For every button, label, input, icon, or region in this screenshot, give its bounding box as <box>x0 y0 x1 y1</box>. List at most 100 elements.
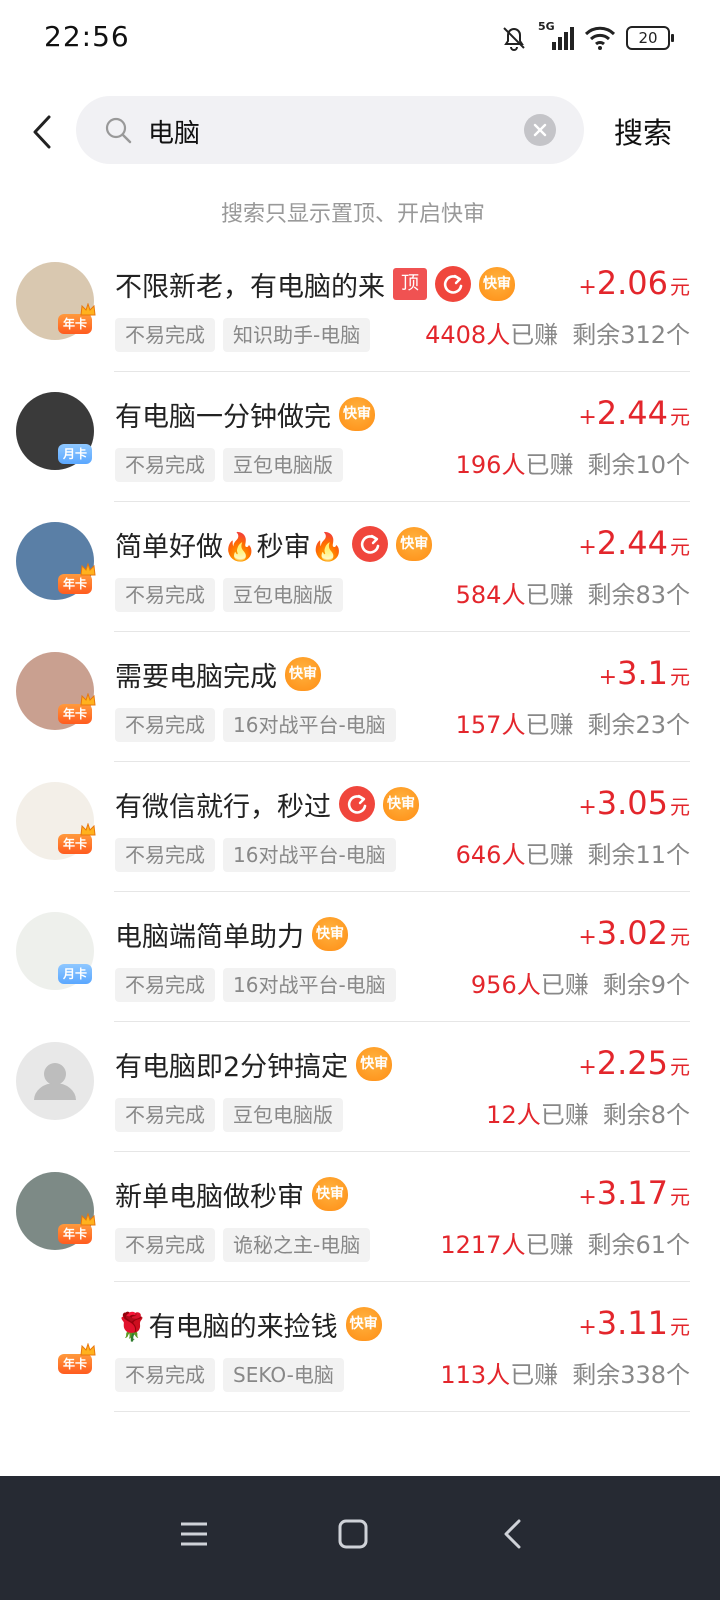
reward-plus: + <box>598 665 618 690</box>
back-button[interactable] <box>22 108 62 156</box>
crown-icon <box>80 302 96 316</box>
task-title: 有电脑即2分钟搞定 <box>115 1051 349 1083</box>
earned-label: 已赚 <box>540 971 589 999</box>
task-tag: 诡秘之主-电脑 <box>223 1228 371 1262</box>
remain-value: 338 <box>620 1361 666 1389</box>
remain-suffix: 个 <box>666 971 690 999</box>
remaining-count: 剩余312个 <box>572 321 690 349</box>
chevron-left-icon <box>504 1519 521 1549</box>
search-button[interactable]: 搜索 <box>614 110 672 152</box>
nav-back-button[interactable] <box>482 1504 542 1564</box>
remain-value: 312 <box>620 321 666 349</box>
task-row[interactable]: 有电脑即2分钟搞定 快审 +2.25 元 不易完成 豆包电脑版 12人已赚 剩余8个 <box>0 1022 720 1152</box>
task-tag: 不易完成 <box>115 448 215 482</box>
task-row[interactable]: 年卡 有微信就行，秒过 快审 +3.05 元 不易完成 16对战平台-电脑 646人… <box>0 762 720 892</box>
earned-count: 113人 <box>440 1361 511 1389</box>
remain-value: 23 <box>635 711 666 739</box>
task-stats: 646人已赚 剩余11个 <box>456 838 690 872</box>
task-reward: +2.44 元 <box>578 524 690 562</box>
search-input[interactable] <box>146 108 510 154</box>
task-tags: 不易完成 知识助手-电脑 <box>115 318 371 352</box>
fast-review-badge: 快审 <box>479 267 515 301</box>
fast-review-badge: 快审 <box>383 787 419 821</box>
task-row[interactable]: 月卡 有电脑一分钟做完 快审 +2.44 元 不易完成 豆包电脑版 196人已赚 剩余… <box>0 372 720 502</box>
reward-amount: 3.05 <box>596 784 668 822</box>
task-row[interactable]: 年卡 新单电脑做秒审 快审 +3.17 元 不易完成 诡秘之主-电脑 1217人已赚… <box>0 1152 720 1282</box>
task-stats: 1217人已赚 剩余61个 <box>440 1228 690 1262</box>
task-title: 新单电脑做秒审 <box>115 1181 304 1213</box>
remain-prefix: 剩余 <box>572 321 621 349</box>
task-row[interactable]: 年卡 简单好做🔥秒审🔥 快审 +2.44 元 不易完成 豆包电脑版 584人已赚 剩余… <box>0 502 720 632</box>
earned-count: 646人 <box>455 841 526 869</box>
remain-prefix: 剩余 <box>602 1101 651 1129</box>
task-row[interactable]: 年卡 不限新老，有电脑的来 顶 快审 +2.06 元 不易完成 知识助手-电脑 440… <box>0 242 720 372</box>
crown-icon <box>80 822 96 836</box>
task-reward: +2.06 元 <box>578 264 690 302</box>
year-card-badge: 年卡 <box>58 314 92 334</box>
reward-amount: 3.1 <box>617 654 668 692</box>
task-title-line: 简单好做🔥秒审🔥 快审 <box>115 524 433 564</box>
earned-label: 已赚 <box>525 711 574 739</box>
earned-label: 已赚 <box>510 321 559 349</box>
fast-review-badge: 快审 <box>396 527 433 561</box>
bell-muted-icon <box>503 27 525 51</box>
avatar[interactable] <box>16 1042 94 1120</box>
crown-icon <box>80 562 96 576</box>
task-tag: 16对战平台-电脑 <box>223 968 396 1002</box>
year-card-badge: 年卡 <box>58 704 92 724</box>
remain-suffix: 个 <box>666 581 690 609</box>
task-row[interactable]: 年卡 需要电脑完成 快审 +3.1 元 不易完成 16对战平台-电脑 157人已赚剩… <box>0 632 720 762</box>
task-tag: 不易完成 <box>115 578 215 612</box>
task-tags: 不易完成 豆包电脑版 <box>115 448 343 482</box>
earned-label: 已赚 <box>525 1231 574 1259</box>
remain-value: 10 <box>635 451 666 479</box>
task-row[interactable]: 月卡 电脑端简单助力 快审 +3.02 元 不易完成 16对战平台-电脑 956人已… <box>0 892 720 1022</box>
clear-search-button[interactable] <box>524 114 556 146</box>
task-reward: +2.44 元 <box>578 394 690 432</box>
crown-icon <box>80 692 96 706</box>
reward-unit: 元 <box>670 795 690 819</box>
task-reward: +3.1 元 <box>599 654 690 692</box>
status-bar: 22:56 5G 20 <box>0 0 720 78</box>
task-title: 有电脑一分钟做完 <box>115 401 331 433</box>
refresh-icon <box>339 786 375 822</box>
remain-suffix: 个 <box>666 711 690 739</box>
crown-icon <box>80 1342 96 1356</box>
year-card-badge: 年卡 <box>58 1354 92 1374</box>
reward-amount: 3.17 <box>596 1174 668 1212</box>
task-row[interactable]: 年卡 🌹有电脑的来捡钱 快审 +3.11 元 不易完成 SEKO-电脑 113人已赚… <box>0 1282 720 1412</box>
task-title-line: 新单电脑做秒审 快审 <box>115 1174 348 1214</box>
remaining-count: 剩余23个 <box>587 711 690 739</box>
remain-prefix: 剩余 <box>587 711 636 739</box>
earned-label: 已赚 <box>525 581 574 609</box>
search-icon <box>105 117 132 144</box>
cellular-signal-icon: 5G <box>538 20 574 52</box>
reward-plus: + <box>578 1185 597 1210</box>
earned-count: 584人 <box>455 581 526 609</box>
home-button[interactable] <box>323 1504 383 1564</box>
task-tag: 16对战平台-电脑 <box>223 708 396 742</box>
remain-suffix: 个 <box>666 841 690 869</box>
task-list: 年卡 不限新老，有电脑的来 顶快审 +2.06 元 不易完成 知识助手-电脑 440… <box>0 242 720 1412</box>
fast-review-badge: 快审 <box>285 657 321 691</box>
status-time: 22:56 <box>44 20 130 53</box>
home-square-icon <box>338 1519 368 1549</box>
task-title-line: 有电脑即2分钟搞定 快审 <box>115 1044 393 1084</box>
task-tag: SEKO-电脑 <box>223 1358 344 1392</box>
battery-indicator: 20 <box>626 26 674 50</box>
reward-plus: + <box>578 275 597 300</box>
menu-button[interactable] <box>164 1504 224 1564</box>
task-title: 需要电脑完成 <box>115 661 277 693</box>
task-title: 有微信就行，秒过 <box>115 791 331 823</box>
remain-suffix: 个 <box>666 321 690 349</box>
task-title: 简单好做🔥秒审🔥 <box>115 531 345 563</box>
search-box[interactable] <box>76 96 584 164</box>
earned-count: 956人 <box>470 971 541 999</box>
remaining-count: 剩余83个 <box>587 581 690 609</box>
remain-prefix: 剩余 <box>602 971 651 999</box>
task-tag: 不易完成 <box>115 1358 215 1392</box>
task-stats: 113人已赚 剩余338个 <box>440 1358 690 1392</box>
remaining-count: 剩余9个 <box>603 971 690 999</box>
earned-count: 12人 <box>486 1101 541 1129</box>
task-tag: 豆包电脑版 <box>223 1098 343 1132</box>
